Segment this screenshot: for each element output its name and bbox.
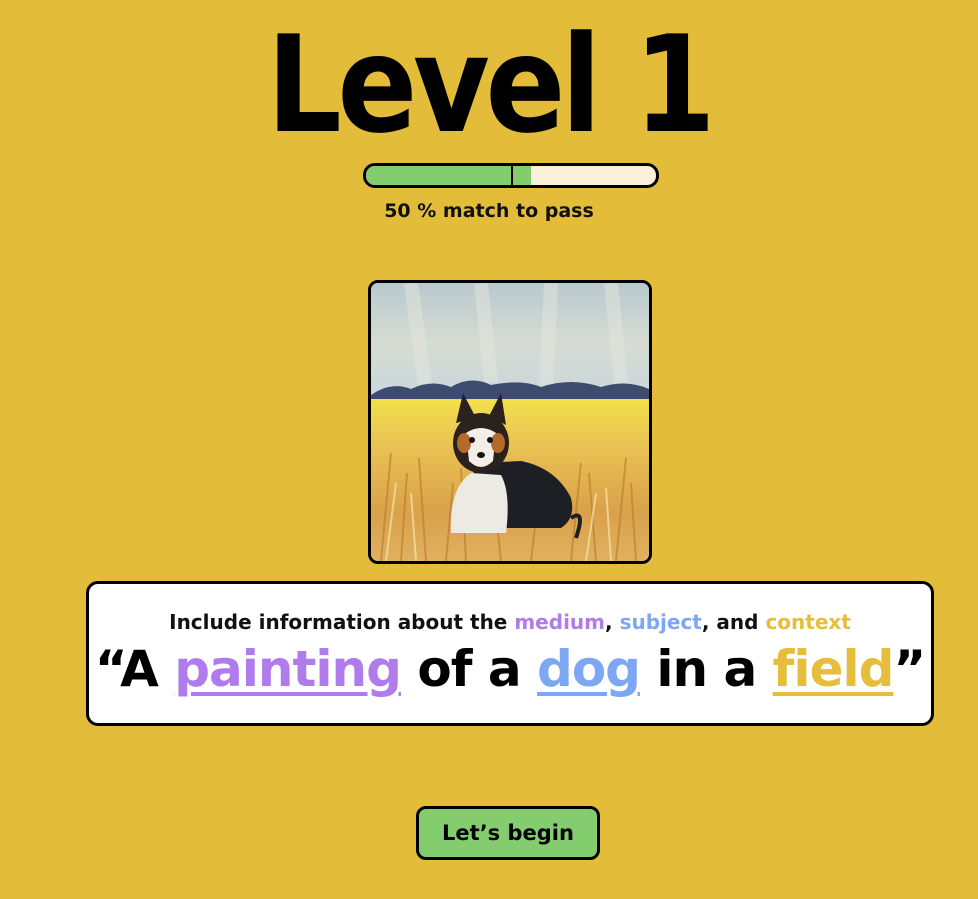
hint-prefix: Include information about the	[169, 610, 515, 634]
prompt-close-quote: ”	[893, 640, 926, 698]
prompt-context-word: field	[772, 640, 895, 698]
example-prompt: “A painting of a dog in a field”	[89, 636, 931, 702]
hint-separator: , and	[701, 610, 766, 634]
progress-fill	[366, 166, 532, 185]
hint-context: context	[765, 610, 851, 634]
match-progress-bar	[363, 163, 659, 188]
level-title: Level 1	[266, 7, 716, 163]
prompt-medium-word: painting	[174, 640, 402, 698]
prompt-text: of a	[400, 640, 538, 698]
prompt-hint: Include information about the medium, su…	[89, 610, 931, 634]
pass-threshold-marker	[511, 166, 513, 185]
hint-medium: medium	[514, 610, 605, 634]
hint-subject: subject	[619, 610, 702, 634]
prompt-open-quote: “A	[94, 640, 175, 698]
lets-begin-button[interactable]: Let’s begin	[416, 806, 600, 860]
prompt-text: in a	[639, 640, 773, 698]
hint-separator: ,	[605, 610, 620, 634]
prompt-subject-word: dog	[537, 640, 641, 698]
prompt-card: Include information about the medium, su…	[86, 581, 934, 726]
pass-requirement-text: 50 % match to pass	[384, 200, 594, 222]
dog-painting-image	[368, 280, 652, 564]
